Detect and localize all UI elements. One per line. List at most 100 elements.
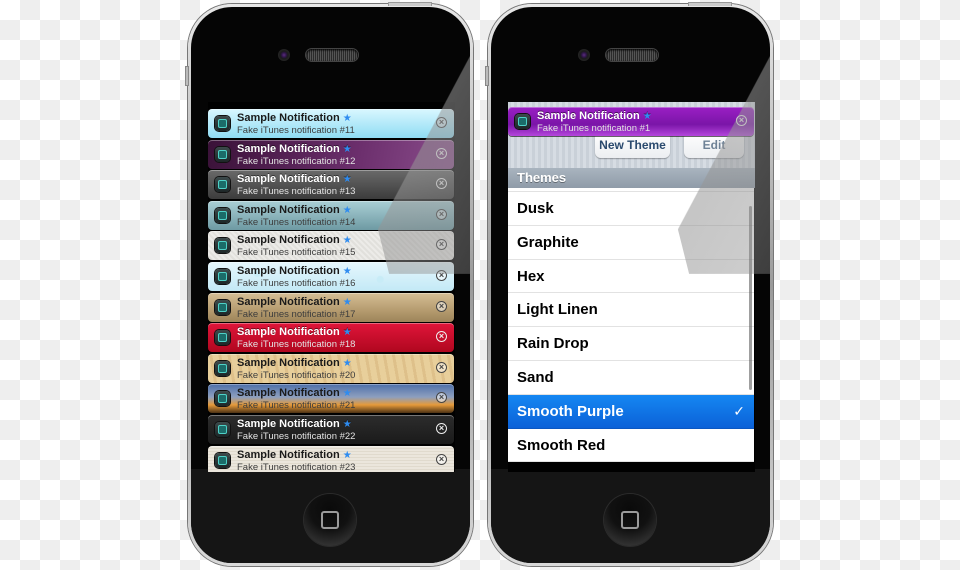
notification-banner[interactable]: Sample Notification ★ Fake iTunes notifica… (208, 139, 454, 169)
app-icon (215, 360, 230, 376)
app-icon (215, 116, 230, 131)
theme-row[interactable]: Light Linen (508, 293, 754, 328)
star-icon: ★ (342, 266, 352, 277)
theme-label: Rain Drop (517, 335, 589, 353)
notification-subtitle: Fake iTunes notification #23 (237, 461, 356, 472)
notification-banner[interactable]: Sample Notification ★ Fake iTunes notifica… (208, 384, 454, 414)
star-icon: ★ (342, 296, 352, 308)
theme-label: Dusk (517, 200, 554, 217)
notification-title: Sample Notification ★ (237, 418, 352, 430)
theme-list[interactable]: Aurora BlurDuskGraphiteHexLight LinenRai… (508, 176, 754, 463)
notification-subtitle: Fake iTunes notification #15 (237, 247, 356, 259)
theme-row[interactable]: Graphite (508, 226, 754, 260)
app-icon (215, 238, 230, 254)
theme-label: Hex (517, 267, 545, 285)
notification-banner[interactable]: Sample Notification ★ Fake iTunes notifica… (208, 170, 454, 200)
notification-subtitle: Fake iTunes notification #14 (237, 216, 356, 228)
home-square-icon (621, 511, 639, 529)
close-icon[interactable]: × (436, 208, 447, 220)
star-icon: ★ (342, 357, 352, 369)
theme-label: Smooth Red (517, 436, 606, 454)
star-icon: ★ (342, 113, 352, 124)
app-icon (215, 452, 230, 468)
close-icon[interactable]: × (436, 392, 447, 404)
scroll-indicator[interactable] (749, 206, 752, 390)
theme-label: Sand (517, 368, 554, 386)
star-icon: ★ (342, 419, 352, 430)
app-icon (215, 330, 230, 346)
notification-banner[interactable]: Sample Notification ★ Fake iTunes notifica… (208, 415, 454, 444)
star-icon: ★ (342, 174, 352, 186)
close-icon[interactable]: × (436, 117, 447, 128)
notification-banner[interactable]: Sample Notification ★ Fake iTunes notifica… (208, 445, 454, 472)
close-icon[interactable]: × (436, 361, 447, 373)
notification-title: Sample Notification ★ (237, 203, 352, 216)
theme-row[interactable]: Hex (508, 260, 754, 294)
notification-subtitle: Fake iTunes notification #17 (237, 308, 356, 320)
front-camera (578, 49, 590, 61)
screen: New Theme Edit Themes Aurora BlurDuskGra… (508, 102, 755, 472)
theme-row[interactable]: Dusk (508, 192, 754, 226)
notification-banner[interactable]: Sample Notification ★ Fake iTunes notifica… (208, 231, 454, 261)
checkmark-icon: ✓ (733, 402, 745, 419)
front-camera (278, 49, 290, 61)
notification-subtitle: Fake iTunes notification #16 (237, 278, 356, 289)
app-icon (215, 177, 230, 193)
earpiece-speaker (306, 49, 358, 61)
theme-label: Smooth Purple (517, 402, 624, 420)
star-icon: ★ (342, 327, 352, 339)
notification-title: Sample Notification ★ (237, 387, 352, 400)
app-icon (215, 299, 230, 315)
close-icon[interactable]: × (436, 239, 447, 251)
mute-switch (485, 66, 489, 86)
notification-title: Sample Notification ★ (237, 173, 352, 186)
notification-subtitle: Fake iTunes notification #13 (237, 186, 356, 198)
notification-subtitle: Fake iTunes notification #1 (537, 123, 651, 134)
home-button[interactable] (304, 494, 356, 546)
theme-label: Light Linen (517, 301, 598, 319)
close-icon[interactable]: × (436, 147, 447, 159)
notification-subtitle: Fake iTunes notification #11 (237, 125, 355, 136)
notification-banner[interactable]: Sample Notification ★ Fake iTunes notifica… (208, 323, 454, 353)
theme-row[interactable]: Smooth Purple ✓ (508, 394, 754, 429)
left-iphone: Sample Notification ★ Fake iTunes notifica… (185, 2, 473, 566)
star-icon: ★ (342, 449, 352, 461)
notification-banner[interactable]: Sample Notification ★ Fake iTunes notifica… (208, 292, 454, 322)
star-icon: ★ (342, 388, 352, 400)
star-icon: ★ (342, 143, 352, 155)
notification-subtitle: Fake iTunes notification #21 (237, 400, 356, 412)
notification-banner[interactable]: Sample Notification ★ Fake iTunes notifica… (208, 353, 454, 383)
notification-title: Sample Notification ★ (237, 142, 352, 155)
close-icon[interactable]: × (436, 453, 447, 465)
notification-banner[interactable]: Sample Notification ★ Fake iTunes notifica… (208, 109, 454, 138)
theme-row[interactable]: Rain Drop (508, 327, 754, 361)
theme-label: Graphite (517, 233, 579, 251)
notification-banner[interactable]: Sample Notification ★ Fake iTunes notifica… (208, 262, 454, 291)
theme-row[interactable]: Sand (508, 361, 754, 395)
notification-subtitle: Fake iTunes notification #22 (237, 431, 356, 442)
notification-banner[interactable]: Sample Notification ★ Fake iTunes notifica… (208, 200, 454, 230)
notification-title: Sample Notification ★ (237, 448, 352, 461)
right-iphone: New Theme Edit Themes Aurora BlurDuskGra… (485, 2, 773, 566)
close-icon[interactable]: × (436, 178, 447, 190)
app-icon (215, 422, 230, 437)
notification-title: Sample Notification ★ (237, 265, 352, 277)
close-icon[interactable]: × (436, 270, 447, 281)
mute-switch (185, 66, 189, 86)
close-icon[interactable]: × (436, 331, 447, 343)
notification-banner[interactable]: Sample Notification ★ Fake iTunes notific… (508, 107, 754, 136)
themes-section-header: Themes (508, 168, 755, 188)
power-button (688, 2, 732, 6)
theme-row[interactable]: Smooth Red (508, 429, 754, 463)
notification-title: Sample Notification ★ (237, 112, 352, 124)
notification-subtitle: Fake iTunes notification #20 (237, 369, 356, 381)
close-icon[interactable]: × (436, 423, 447, 434)
notification-title: Sample Notification ★ (237, 295, 352, 308)
close-icon[interactable]: × (736, 115, 747, 126)
screen: Sample Notification ★ Fake iTunes notifica… (208, 102, 455, 472)
power-button (388, 2, 432, 6)
close-icon[interactable]: × (436, 300, 447, 312)
home-button[interactable] (604, 494, 656, 546)
phone-bezel: New Theme Edit Themes Aurora BlurDuskGra… (491, 7, 770, 563)
home-square-icon (321, 511, 339, 529)
